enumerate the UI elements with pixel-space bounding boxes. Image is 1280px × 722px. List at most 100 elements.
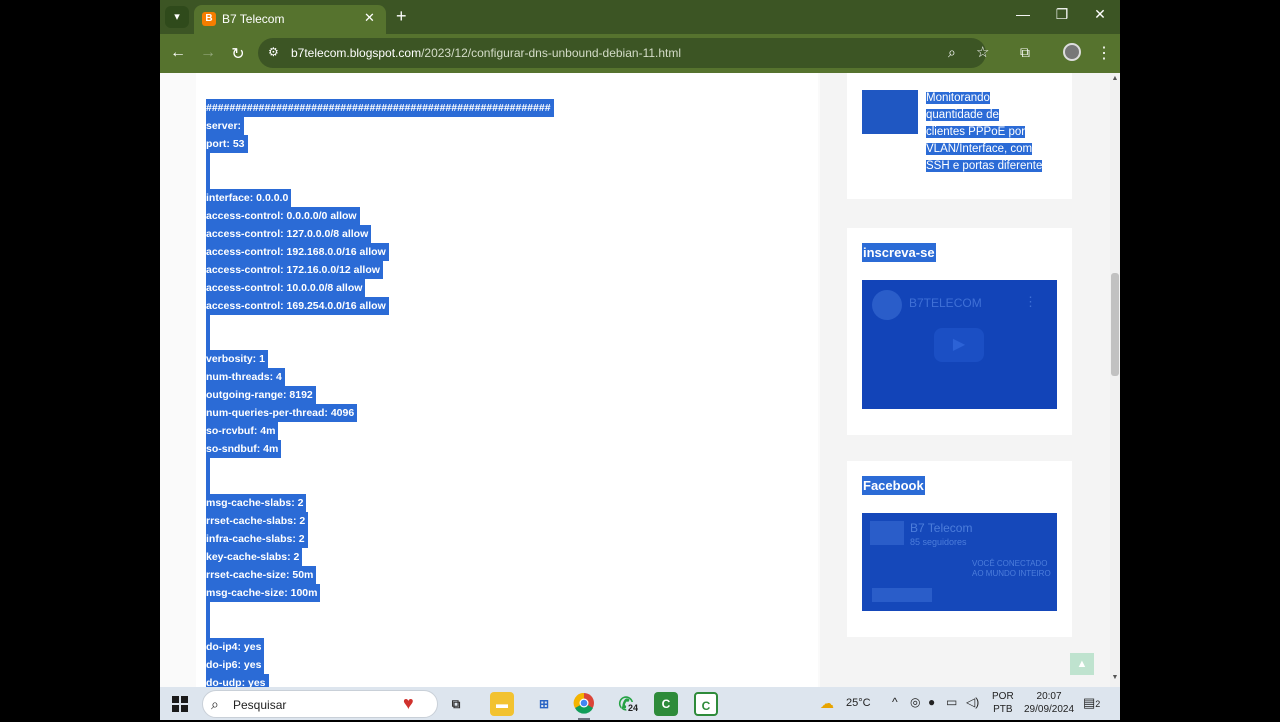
camtasia-recorder-icon[interactable]: C [694,692,718,716]
file-explorer-icon[interactable]: ▬ [490,692,514,716]
meet-now-icon[interactable]: ◎ [910,695,920,709]
clock-time: 20:07 [1036,691,1062,702]
code-line: do-ip4: yes [206,638,265,656]
popular-post-card: Monitorando quantidade de clientes PPPoE… [847,73,1072,199]
popular-post-thumbnail[interactable] [862,90,918,134]
follow-page-button[interactable] [872,588,932,602]
browser-menu-icon[interactable]: ⋮ [1096,43,1112,63]
code-blank-line [206,315,210,351]
network-app-icon[interactable]: ⊞ [532,692,556,716]
facebook-title: Facebook [862,476,925,495]
page-logo [870,521,904,545]
code-line: access-control: 10.0.0.0/8 allow [206,279,366,297]
minimize-button[interactable]: — [1008,6,1038,22]
search-highlight-heart-icon: ♥ [403,693,414,713]
facebook-tagline: VOCÊ CONECTADO AO MUNDO INTEIRO [972,559,1051,578]
new-tab-button[interactable]: + [396,6,407,26]
code-line: access-control: 127.0.0.0/8 allow [206,225,372,243]
whatsapp-icon[interactable]: ✆24 [614,692,641,716]
tab-title: B7 Telecom [222,12,285,26]
scroll-down-arrow-icon[interactable]: ▼ [1110,674,1120,681]
code-line: server: [206,117,245,135]
notification-count: 2 [1095,699,1101,709]
code-line: rrset-cache-size: 50m [206,566,317,584]
more-options-icon[interactable]: ⋮ [1024,294,1037,310]
facebook-widget: Facebook B7 Telecom 85 seguidores VOCÊ C… [847,461,1072,637]
start-button[interactable] [172,696,188,712]
code-line: infra-cache-slabs: 2 [206,530,308,548]
zoom-icon[interactable]: ⌕ [948,44,956,61]
address-bar[interactable]: ⚙ b7telecom.blogspot.com/2023/12/configu… [258,38,989,68]
page-scrollbar[interactable]: ▲ ▼ [1110,73,1120,687]
tray-overflow-icon[interactable]: ^ [892,695,898,709]
url-host: b7telecom.blogspot.com [291,46,422,60]
facebook-followers: 85 seguidores [910,537,967,547]
task-view-icon[interactable]: ⧉ [444,692,468,716]
tab-strip: ▾ B B7 Telecom ✕ + — ❐ ✕ [160,0,1120,34]
popular-post-title-line: SSH e portas diferente [926,160,1043,172]
youtube-embed[interactable]: B7TELECOM ⋮ ▶ [862,280,1057,409]
scrollbar-thumb[interactable] [1111,273,1119,376]
reload-icon[interactable]: ↻ [228,44,248,64]
back-arrow-icon[interactable]: ← [168,44,188,62]
subscribe-title: inscreva-se [862,243,936,262]
taskbar-search[interactable]: ⌕ Pesquisar ♥ [202,690,438,718]
windows-taskbar: ⌕ Pesquisar ♥ ⧉ ▬ ⊞ ✆24 C C ☁ 25°C ^ ◎ ●… [160,687,1120,720]
code-line: port: 53 [206,135,248,153]
url-text[interactable]: b7telecom.blogspot.com/2023/12/configura… [291,46,681,60]
code-line: num-threads: 4 [206,368,285,386]
maximize-button[interactable]: ❐ [1047,6,1077,23]
volume-icon[interactable]: ◁) [966,695,979,709]
facebook-page-embed[interactable]: B7 Telecom 85 seguidores VOCÊ CONECTADO … [862,513,1057,611]
site-info-icon[interactable]: ⚙ [268,45,279,59]
system-tray: ☁ 25°C ^ ◎ ● ▭ ◁) POR PTB 20:07 29/09/2024… [820,687,1120,720]
facebook-page-name: B7 Telecom [910,521,973,535]
tab-b7-telecom[interactable]: B B7 Telecom ✕ [194,5,386,34]
page-content: ########################################… [160,73,1110,687]
code-line: so-sndbuf: 4m [206,440,282,458]
tab-search-button[interactable]: ▾ [165,6,189,28]
scroll-up-arrow-icon[interactable]: ▲ [1110,75,1120,82]
play-button-icon[interactable]: ▶ [934,328,984,362]
code-line: access-control: 0.0.0.0/0 allow [206,207,360,225]
code-blank-line [206,458,210,494]
popular-post-title-line: quantidade de [926,109,999,121]
chrome-icon[interactable] [572,692,596,720]
blogger-favicon-icon: B [202,12,216,26]
code-line: so-rcvbuf: 4m [206,422,279,440]
clock[interactable]: 20:07 29/09/2024 [1024,690,1074,716]
clock-date: 29/09/2024 [1024,704,1075,715]
notifications-icon[interactable]: ▤2 [1083,695,1100,711]
forward-arrow-icon[interactable]: → [198,44,218,62]
popular-post-title[interactable]: Monitorando quantidade de clientes PPPoE… [926,90,1054,175]
code-line: num-queries-per-thread: 4096 [206,404,358,422]
close-window-button[interactable]: ✕ [1085,6,1115,23]
sidebar: Monitorando quantidade de clientes PPPoE… [820,73,1110,687]
scroll-to-top-button[interactable]: ▲ [1070,653,1094,675]
network-icon[interactable]: ▭ [946,695,957,709]
url-path: /2023/12/configurar-dns-unbound-debian-1… [421,46,682,60]
popular-post-title-line: Monitorando [926,92,990,104]
camtasia-icon[interactable]: C [654,692,678,716]
code-line: do-udp: yes [206,674,269,687]
whatsapp-badge: 24 [626,702,641,714]
popular-post-title-line: VLAN/Interface, com [926,143,1033,155]
input-language[interactable]: POR PTB [992,690,1014,716]
code-line: access-control: 169.254.0.0/16 allow [206,297,389,315]
lang-line: POR [992,691,1014,702]
extensions-icon[interactable]: ⧉ [1020,44,1030,61]
search-icon: ⌕ [211,696,219,712]
browser-toolbar: ← → ↻ ⚙ b7telecom.blogspot.com/2023/12/c… [160,34,1120,73]
bookmark-star-icon[interactable]: ☆ [976,43,989,61]
microphone-icon[interactable]: ● [928,695,935,709]
code-line: rrset-cache-slabs: 2 [206,512,309,530]
profile-avatar[interactable] [1063,43,1081,61]
tab-close-button[interactable]: ✕ [364,10,375,26]
temperature[interactable]: 25°C [846,697,871,709]
lang-line: PTB [993,704,1013,715]
weather-icon[interactable]: ☁ [820,695,834,712]
code-line: access-control: 172.16.0.0/12 allow [206,261,383,279]
code-blank-line [206,602,210,638]
popular-post-title-line: clientes PPPoE por [926,126,1026,138]
post-body: ########################################… [196,73,818,687]
